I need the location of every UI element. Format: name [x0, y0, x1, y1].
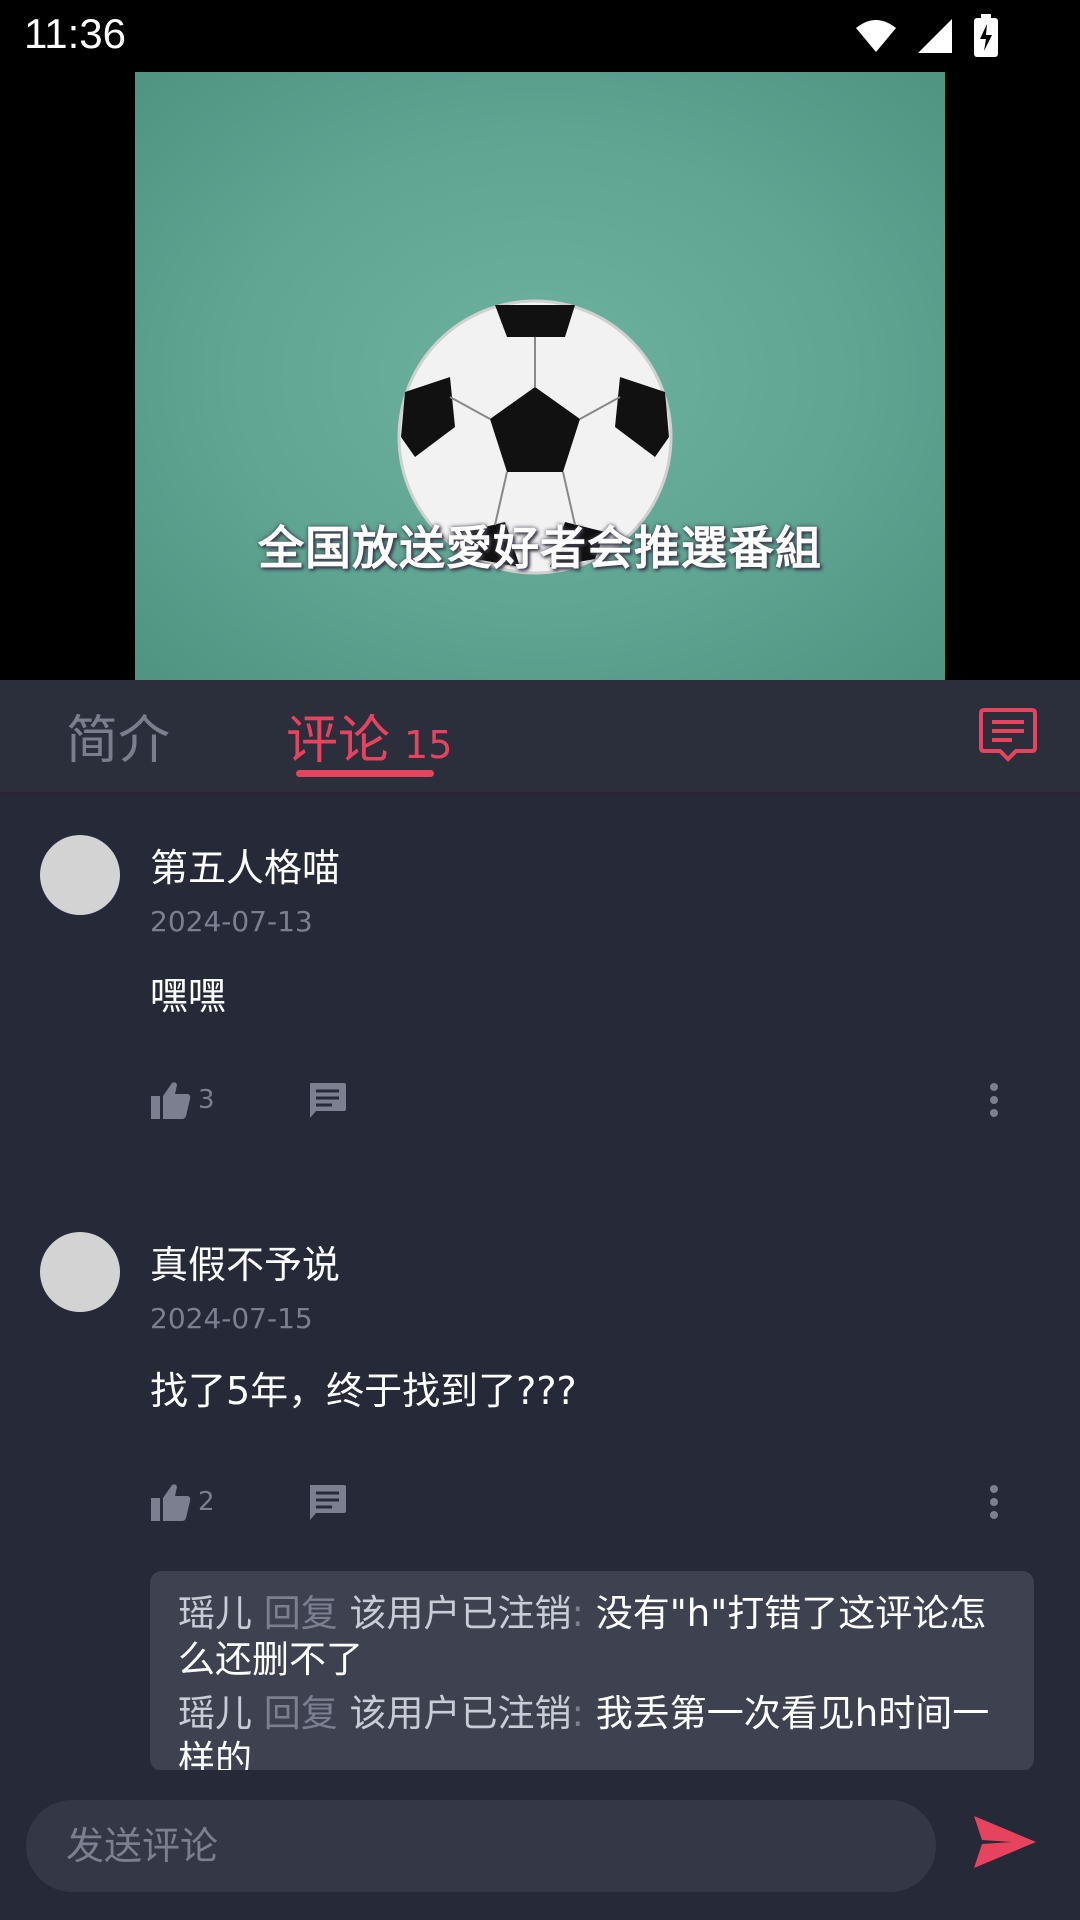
like-button[interactable]: 2 [150, 1482, 215, 1522]
tab-intro[interactable]: 简介 [66, 698, 170, 773]
more-options-icon[interactable] [988, 1484, 1000, 1520]
thumbs-up-icon [151, 1484, 191, 1521]
send-icon[interactable] [972, 1814, 1038, 1870]
tab-indicator [296, 770, 434, 777]
reply-item: 瑶儿 回复 该用户已注销: 我丢第一次看见h时间一样的 [178, 1691, 1006, 1770]
like-button[interactable]: 3 [150, 1080, 215, 1120]
avatar[interactable] [40, 1232, 120, 1312]
wifi-icon [856, 20, 896, 52]
comment-count: 15 [404, 723, 453, 767]
video-frame: 全国放送愛好者会推選番組 [135, 72, 945, 680]
more-options-icon[interactable] [988, 1082, 1000, 1118]
comment-actions: 3 [150, 1080, 1030, 1130]
tab-comments[interactable]: 评论 15 [286, 698, 452, 773]
reply-author[interactable]: 瑶儿 [178, 1592, 252, 1635]
battery-icon [974, 14, 998, 57]
tab-bar: 简介 评论 15 [0, 680, 1080, 795]
comment-input[interactable]: 发送评论 [26, 1800, 936, 1892]
signal-icon [918, 19, 952, 53]
video-subtitle: 全国放送愛好者会推選番組 [258, 521, 822, 575]
comment-actions: 2 [150, 1482, 1030, 1532]
reply-icon[interactable] [306, 1080, 348, 1122]
reply-author[interactable]: 瑶儿 [178, 1692, 252, 1735]
thumbs-up-icon [151, 1082, 191, 1119]
reply-icon[interactable] [306, 1482, 348, 1524]
reply-verb: 回复 [263, 1592, 338, 1635]
comment-date: 2024-07-15 [150, 1302, 313, 1335]
comment-text: 找了5年，终于找到了??? [150, 1369, 577, 1413]
reply-item: 瑶儿 回复 该用户已注销: 没有"h"打错了这评论怎么还删不了 [178, 1592, 987, 1681]
danmaku-icon[interactable] [978, 706, 1038, 764]
reply-thread[interactable]: 瑶儿 回复 该用户已注销: 没有"h"打错了这评论怎么还删不了 瑶儿 回复 该用… [150, 1571, 1034, 1770]
reply-verb: 回复 [263, 1692, 338, 1735]
tab-comments-label: 评论 [286, 711, 391, 771]
like-count: 3 [198, 1085, 215, 1115]
reply-target[interactable]: 该用户已注销 [350, 1592, 572, 1635]
comment-text: 嘿嘿 [150, 974, 227, 1018]
status-time: 11:36 [24, 10, 126, 57]
comment-username[interactable]: 第五人格喵 [150, 837, 340, 892]
reply-target[interactable]: 该用户已注销 [350, 1692, 572, 1735]
status-icons [854, 14, 1000, 58]
comment-date: 2024-07-13 [150, 905, 313, 938]
comment-composer: 发送评论 [0, 1770, 1080, 1920]
avatar[interactable] [40, 835, 120, 915]
like-count: 2 [198, 1487, 215, 1517]
video-player[interactable]: 全国放送愛好者会推選番組 [0, 72, 1080, 680]
status-bar: 11:36 [0, 0, 1080, 72]
comment-list[interactable]: 第五人格喵 2024-07-13 嘿嘿 3 真假不予说 2024-07-15 找… [0, 795, 1080, 1770]
comment-username[interactable]: 真假不予说 [150, 1234, 340, 1289]
